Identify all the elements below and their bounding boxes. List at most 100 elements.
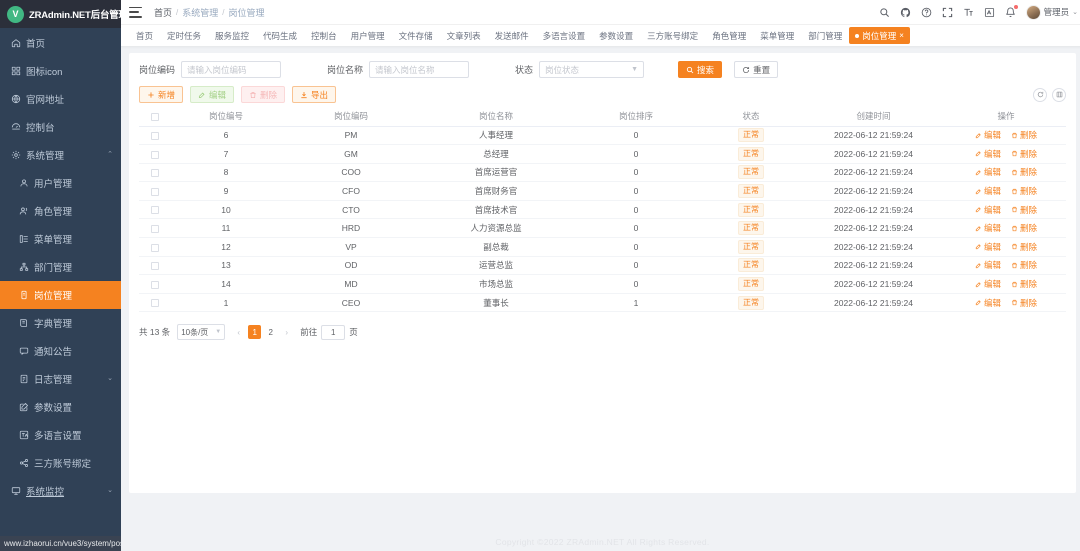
row-checkbox[interactable] xyxy=(151,169,159,178)
sidebar-item-6[interactable]: 角色管理 xyxy=(0,197,121,225)
sidebar-item-13[interactable]: 参数设置 xyxy=(0,393,121,421)
row-edit-button[interactable]: 编辑 xyxy=(975,129,1001,141)
row-delete-button[interactable]: 删除 xyxy=(1011,222,1037,234)
sidebar-item-2[interactable]: 官网地址 xyxy=(0,85,121,113)
tab-8[interactable]: 发送邮件 xyxy=(488,28,536,44)
row-delete-button[interactable]: 删除 xyxy=(1011,129,1037,141)
edit-button[interactable]: 编辑 xyxy=(190,86,235,103)
row-edit-button[interactable]: 编辑 xyxy=(975,259,1001,271)
menu-collapse-icon[interactable] xyxy=(129,6,142,18)
row-edit-button[interactable]: 编辑 xyxy=(975,185,1001,197)
export-button[interactable]: 导出 xyxy=(292,86,337,103)
row-edit-button[interactable]: 编辑 xyxy=(975,148,1001,160)
close-icon[interactable]: × xyxy=(899,31,904,40)
sidebar-item-10[interactable]: 字典管理 xyxy=(0,309,121,337)
sidebar-item-1[interactable]: 图标icon xyxy=(0,57,121,85)
breadcrumb-item-1[interactable]: 系统管理 xyxy=(182,6,218,19)
sidebar-item-4[interactable]: 系统管理 ⌃ xyxy=(0,141,121,169)
tab-2[interactable]: 服务监控 xyxy=(208,28,256,44)
github-icon[interactable] xyxy=(900,6,912,18)
table-row[interactable]: 13 OD 运营总监 0 正常 2022-06-12 21:59:24 编辑 删除 xyxy=(139,256,1066,276)
tab-10[interactable]: 参数设置 xyxy=(592,28,640,44)
sidebar-item-15[interactable]: 三方账号绑定 xyxy=(0,449,121,477)
row-delete-button[interactable]: 删除 xyxy=(1011,204,1037,216)
sidebar-item-9[interactable]: 岗位管理 xyxy=(0,281,121,309)
help-circle-icon[interactable] xyxy=(921,6,933,18)
row-checkbox[interactable] xyxy=(151,299,159,308)
delete-button[interactable]: 删除 xyxy=(241,86,286,103)
row-delete-button[interactable]: 删除 xyxy=(1011,166,1037,178)
sidebar-item-11[interactable]: 通知公告 xyxy=(0,337,121,365)
row-checkbox[interactable] xyxy=(151,132,159,141)
row-checkbox[interactable] xyxy=(151,206,159,215)
page-number-1[interactable]: 1 xyxy=(248,325,262,340)
reset-button[interactable]: 重置 xyxy=(734,61,779,78)
row-delete-button[interactable]: 删除 xyxy=(1011,185,1037,197)
row-checkbox[interactable] xyxy=(151,225,159,234)
row-delete-button[interactable]: 删除 xyxy=(1011,259,1037,271)
page-number-2[interactable]: 2 xyxy=(264,325,277,339)
filter-status-select[interactable]: 岗位状态 ▼ xyxy=(539,61,645,78)
row-edit-button[interactable]: 编辑 xyxy=(975,166,1001,178)
sidebar-item-0[interactable]: 首页 xyxy=(0,29,121,57)
table-row[interactable]: 12 VP 副总裁 0 正常 2022-06-12 21:59:24 编辑 删除 xyxy=(139,237,1066,257)
sidebar-item-8[interactable]: 部门管理 xyxy=(0,253,121,281)
page-next-button[interactable]: › xyxy=(280,325,293,339)
page-prev-button[interactable]: ‹ xyxy=(232,325,245,339)
page-jump-input[interactable] xyxy=(321,324,346,340)
select-all-checkbox[interactable] xyxy=(151,113,159,121)
table-row[interactable]: 8 COO 首席运营官 0 正常 2022-06-12 21:59:24 编辑 删除 xyxy=(139,163,1066,183)
tab-12[interactable]: 角色管理 xyxy=(705,28,753,44)
add-button[interactable]: 新增 xyxy=(139,86,184,103)
tab-5[interactable]: 用户管理 xyxy=(344,28,392,44)
user-menu[interactable]: 管理员 ⌄ xyxy=(1025,4,1078,20)
tab-4[interactable]: 控制台 xyxy=(304,28,344,44)
row-checkbox[interactable] xyxy=(151,243,159,252)
sidebar-item-3[interactable]: 控制台 xyxy=(0,113,121,141)
page-size-select[interactable]: 10条/页 ▼ xyxy=(177,324,226,341)
sidebar-item-7[interactable]: 菜单管理 xyxy=(0,225,121,253)
row-delete-button[interactable]: 删除 xyxy=(1011,278,1037,290)
sidebar-logo[interactable]: V ZRAdmin.NET后台管理 xyxy=(0,0,121,28)
tab-1[interactable]: 定时任务 xyxy=(160,28,208,44)
sidebar-item-5[interactable]: 用户管理 xyxy=(0,169,121,197)
table-row[interactable]: 10 CTO 首席技术官 0 正常 2022-06-12 21:59:24 编辑 删除 xyxy=(139,200,1066,220)
refresh-icon[interactable] xyxy=(1033,87,1047,102)
table-row[interactable]: 1 CEO 董事长 1 正常 2022-06-12 21:59:24 编辑 删除 xyxy=(139,293,1066,313)
table-row[interactable]: 6 PM 人事经理 0 正常 2022-06-12 21:59:24 编辑 删除 xyxy=(139,126,1066,146)
fullscreen-icon[interactable] xyxy=(942,6,954,18)
tab-6[interactable]: 文件存储 xyxy=(392,28,440,44)
table-row[interactable]: 9 CFO 首席财务官 0 正常 2022-06-12 21:59:24 编辑 删除 xyxy=(139,181,1066,201)
row-edit-button[interactable]: 编辑 xyxy=(975,222,1001,234)
row-edit-button[interactable]: 编辑 xyxy=(975,297,1001,309)
table-row[interactable]: 7 GM 总经理 0 正常 2022-06-12 21:59:24 编辑 删除 xyxy=(139,144,1066,164)
search-button[interactable]: 搜索 xyxy=(678,61,723,78)
table-row[interactable]: 11 HRD 人力资源总监 0 正常 2022-06-12 21:59:24 编辑 删除 xyxy=(139,218,1066,239)
row-delete-button[interactable]: 删除 xyxy=(1011,148,1037,160)
filter-code-input[interactable] xyxy=(181,61,282,78)
row-delete-button[interactable]: 删除 xyxy=(1011,297,1037,309)
tab-14[interactable]: 部门管理 xyxy=(801,28,849,44)
row-delete-button[interactable]: 删除 xyxy=(1011,241,1037,253)
search-icon[interactable] xyxy=(879,6,891,18)
sidebar-item-14[interactable]: 多语言设置 xyxy=(0,421,121,449)
font-size-icon[interactable] xyxy=(963,6,975,18)
row-checkbox[interactable] xyxy=(151,150,159,159)
row-edit-button[interactable]: 编辑 xyxy=(975,278,1001,290)
breadcrumb-item-0[interactable]: 首页 xyxy=(154,6,172,19)
row-checkbox[interactable] xyxy=(151,262,159,271)
row-edit-button[interactable]: 编辑 xyxy=(975,204,1001,216)
tab-0[interactable]: 首页 xyxy=(129,28,160,44)
row-checkbox[interactable] xyxy=(151,280,159,289)
tab-7[interactable]: 文章列表 xyxy=(440,28,488,44)
tab-15[interactable]: 岗位管理 × xyxy=(849,27,910,44)
tab-11[interactable]: 三方账号绑定 xyxy=(640,28,705,44)
columns-settings-icon[interactable] xyxy=(1052,87,1066,102)
table-row[interactable]: 14 MD 市场总监 0 正常 2022-06-12 21:59:24 编辑 删除 xyxy=(139,274,1066,294)
filter-name-input[interactable] xyxy=(369,61,470,78)
bell-icon[interactable] xyxy=(1005,5,1018,18)
sidebar-item-16[interactable]: 系统监控 ⌄ xyxy=(0,477,121,505)
theme-icon[interactable] xyxy=(984,6,996,18)
tab-3[interactable]: 代码生成 xyxy=(256,28,304,44)
row-edit-button[interactable]: 编辑 xyxy=(975,241,1001,253)
